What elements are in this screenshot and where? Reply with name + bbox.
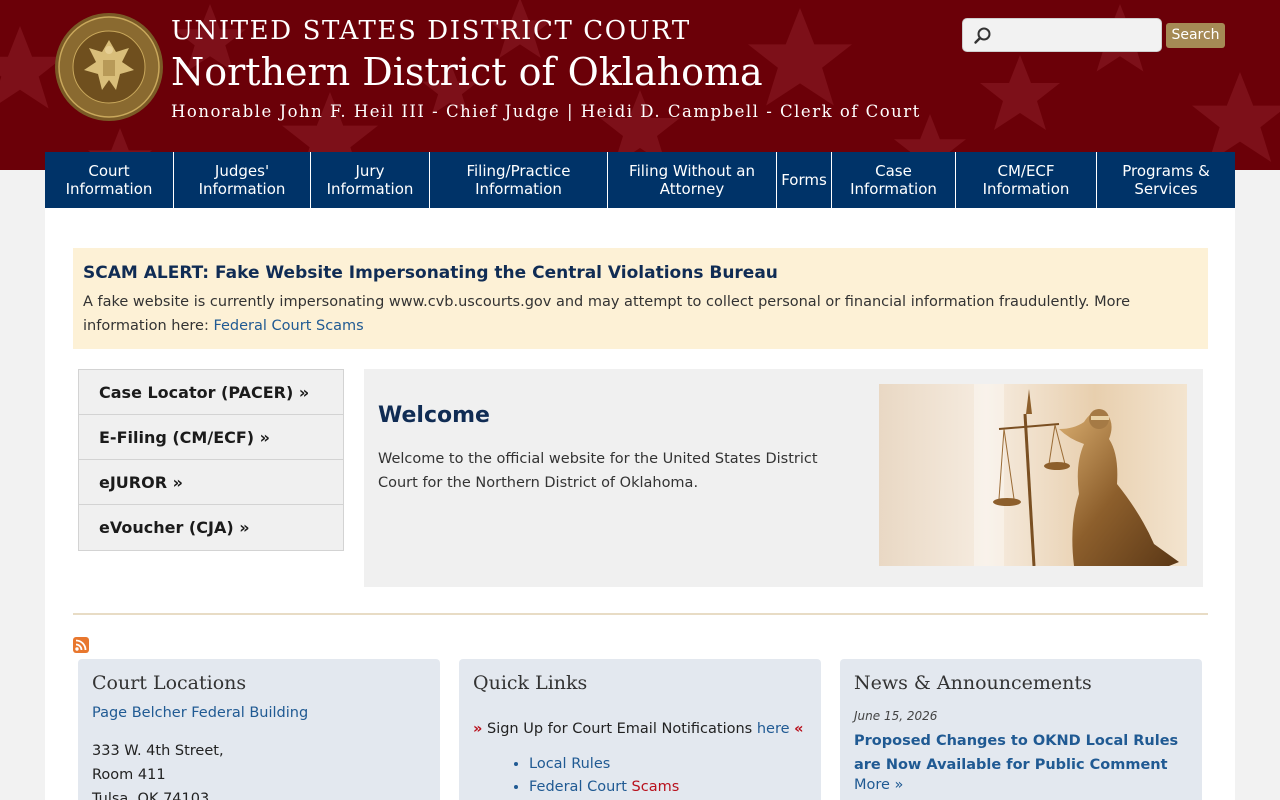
welcome-section: Welcome Welcome to the official website … [364, 369, 1203, 587]
case-locator-pacer-link[interactable]: Case Locator (PACER) » [79, 370, 343, 415]
scams-text: Scams [631, 779, 680, 795]
email-signup-line: » Sign Up for Court Email Notifications … [473, 721, 807, 737]
quick-links-list: Local Rules Federal Court Scams [529, 753, 807, 799]
site-header: UNITED STATES DISTRICT COURT Northern Di… [0, 0, 1280, 170]
search-icon [974, 27, 991, 44]
news-headline-link[interactable]: Proposed Changes to OKND Local Rules are… [854, 729, 1188, 777]
court-locations-title: Court Locations [92, 672, 247, 694]
court-name-line2[interactable]: Northern District of Oklahoma [171, 50, 763, 94]
welcome-title: Welcome [378, 403, 490, 428]
raquo-marker: » [473, 721, 483, 737]
list-item: Federal Court Scams [529, 776, 807, 799]
court-address: 333 W. 4th Street, Room 411 Tulsa, OK 74… [92, 739, 426, 800]
ejuror-link[interactable]: eJUROR » [79, 460, 343, 505]
address-line2: Room 411 [92, 767, 166, 783]
address-line3: Tulsa, OK 74103 [92, 791, 210, 800]
court-locations-card: Court Locations Page Belcher Federal Bui… [78, 659, 440, 800]
quick-links-title: Quick Links [473, 672, 588, 694]
nav-programs-services[interactable]: Programs & Services [1097, 152, 1235, 208]
page-belcher-building-link[interactable]: Page Belcher Federal Building [92, 705, 426, 721]
welcome-text: Welcome to the official website for the … [378, 451, 818, 491]
news-more-link[interactable]: More » [854, 777, 1188, 793]
laquo-marker: « [794, 721, 804, 737]
alert-title: SCAM ALERT: Fake Website Impersonating t… [83, 263, 778, 283]
news-date: June 15, 2026 [854, 709, 938, 723]
court-seal [55, 13, 163, 121]
alert-body: A fake website is currently impersonatin… [83, 290, 1198, 338]
nav-cmecf-information[interactable]: CM/ECF Information [956, 152, 1097, 208]
quick-access-menu: Case Locator (PACER) » E-Filing (CM/ECF)… [78, 369, 344, 551]
nav-filing-without-attorney[interactable]: Filing Without an Attorney [608, 152, 777, 208]
search-input[interactable] [997, 23, 1157, 47]
efiling-cmecf-link[interactable]: E-Filing (CM/ECF) » [79, 415, 343, 460]
nav-case-information[interactable]: Case Information [832, 152, 956, 208]
evoucher-cja-link[interactable]: eVoucher (CJA) » [79, 505, 343, 550]
nav-forms[interactable]: Forms [777, 152, 832, 208]
news-announcements-card: News & Announcements June 15, 2026 Propo… [840, 659, 1202, 800]
federal-court-text: Federal Court [529, 779, 632, 795]
list-item: Local Rules [529, 753, 807, 776]
quick-links-card: Quick Links » Sign Up for Court Email No… [459, 659, 821, 800]
email-signup-text: Sign Up for Court Email Notifications [486, 721, 757, 737]
federal-court-scams-link[interactable]: Federal Court Scams [213, 318, 363, 334]
section-divider [73, 613, 1208, 615]
main-navigation: Court Information Judges' Information Ju… [45, 152, 1235, 208]
lady-justice-image [879, 384, 1187, 566]
nav-judges-information[interactable]: Judges' Information [174, 152, 311, 208]
email-signup-here-link[interactable]: here [757, 721, 790, 737]
address-line1: 333 W. 4th Street, [92, 743, 224, 759]
search-field[interactable] [962, 18, 1162, 52]
nav-jury-information[interactable]: Jury Information [311, 152, 430, 208]
judge-clerk-line: Honorable John F. Heil III - Chief Judge… [171, 102, 921, 121]
federal-court-scams-quicklink[interactable]: Federal Court Scams [529, 779, 679, 795]
local-rules-link[interactable]: Local Rules [529, 756, 610, 772]
court-name-line1: UNITED STATES DISTRICT COURT [171, 16, 691, 46]
search-button[interactable]: Search [1166, 23, 1225, 48]
nav-filing-practice-information[interactable]: Filing/Practice Information [430, 152, 608, 208]
nav-court-information[interactable]: Court Information [45, 152, 174, 208]
rss-icon[interactable] [73, 637, 89, 653]
news-announcements-title: News & Announcements [854, 672, 1092, 694]
scam-alert-banner: SCAM ALERT: Fake Website Impersonating t… [73, 248, 1208, 349]
